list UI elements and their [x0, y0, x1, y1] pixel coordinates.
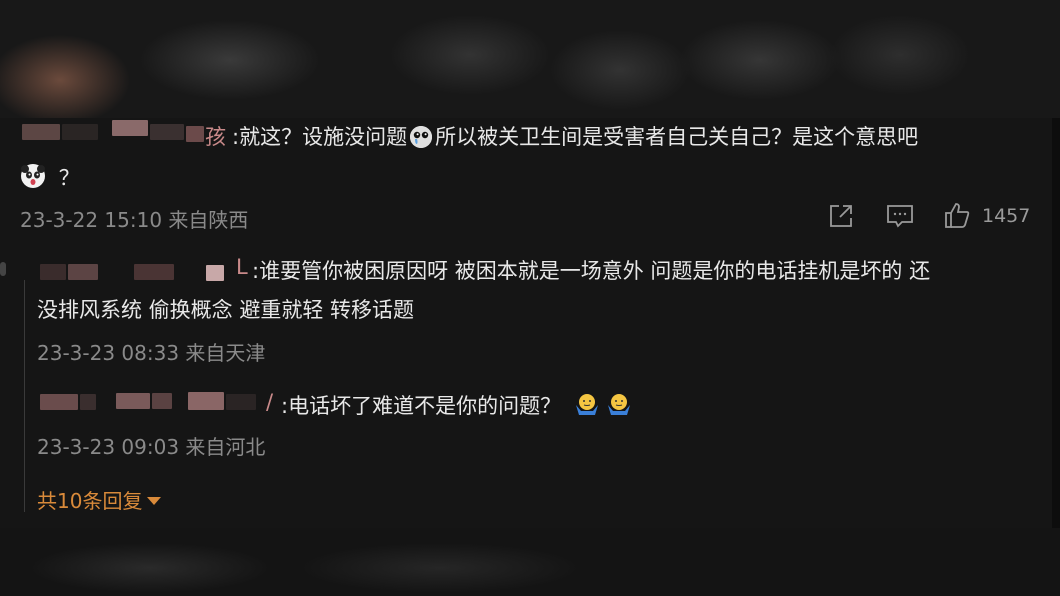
shrug-emoji-icon [605, 391, 633, 419]
reply-thread-line [24, 280, 25, 512]
reply2-timestamp-location: 23-3-23 09:03 来自河北 [37, 435, 266, 459]
more-replies-link[interactable]: 共10条回复 [37, 485, 162, 514]
comment-text-line2: ？ [20, 162, 80, 192]
blurred-background-top [0, 0, 1060, 118]
like-count: 1457 [982, 205, 1031, 227]
comment-text-part1: :就这？设施没问题 [232, 125, 408, 149]
reply1-text-line1: :谁要管你被困原因呀 被困本就是一场意外 问题是你的电话挂机是坏的 还 [252, 259, 931, 283]
comment-text-question: ？ [58, 166, 80, 190]
comment-text: :就这？设施没问题 所以被关卫生间是受害者自己关自己？是这个意思吧 [232, 121, 918, 151]
share-icon[interactable] [828, 203, 854, 229]
thread-marker [0, 262, 6, 276]
shrug-emoji-icon [573, 391, 601, 419]
reply1-timestamp-location: 23-3-23 08:33 来自天津 [37, 341, 266, 365]
comment-timestamp-location: 23-3-22 15:10 来自陕西 [20, 208, 249, 232]
shocked-panda-emoji-icon [20, 163, 46, 189]
blurred-background-bottom [0, 528, 1060, 596]
reply1-author-suffix[interactable]: L [236, 255, 248, 279]
more-replies-label: 共10条回复 [37, 489, 143, 513]
reply1-text-line2: 没排风系统 偷换概念 避重就轻 转移话题 [37, 298, 415, 322]
crying-face-emoji-icon [410, 126, 433, 148]
reply2-text-content: :电话坏了难道不是你的问题？ [281, 394, 562, 418]
comment-icon[interactable] [886, 203, 914, 229]
comment-text-part2: 所以被关卫生间是受害者自己关自己？是这个意思吧 [435, 125, 919, 149]
reply2-author-suffix[interactable]: / [266, 390, 273, 414]
author-name-suffix[interactable]: 孩 [205, 121, 226, 151]
caret-down-icon [147, 497, 162, 505]
like-icon[interactable] [944, 201, 970, 229]
reply2-text: :电话坏了难道不是你的问题？ [281, 390, 633, 420]
